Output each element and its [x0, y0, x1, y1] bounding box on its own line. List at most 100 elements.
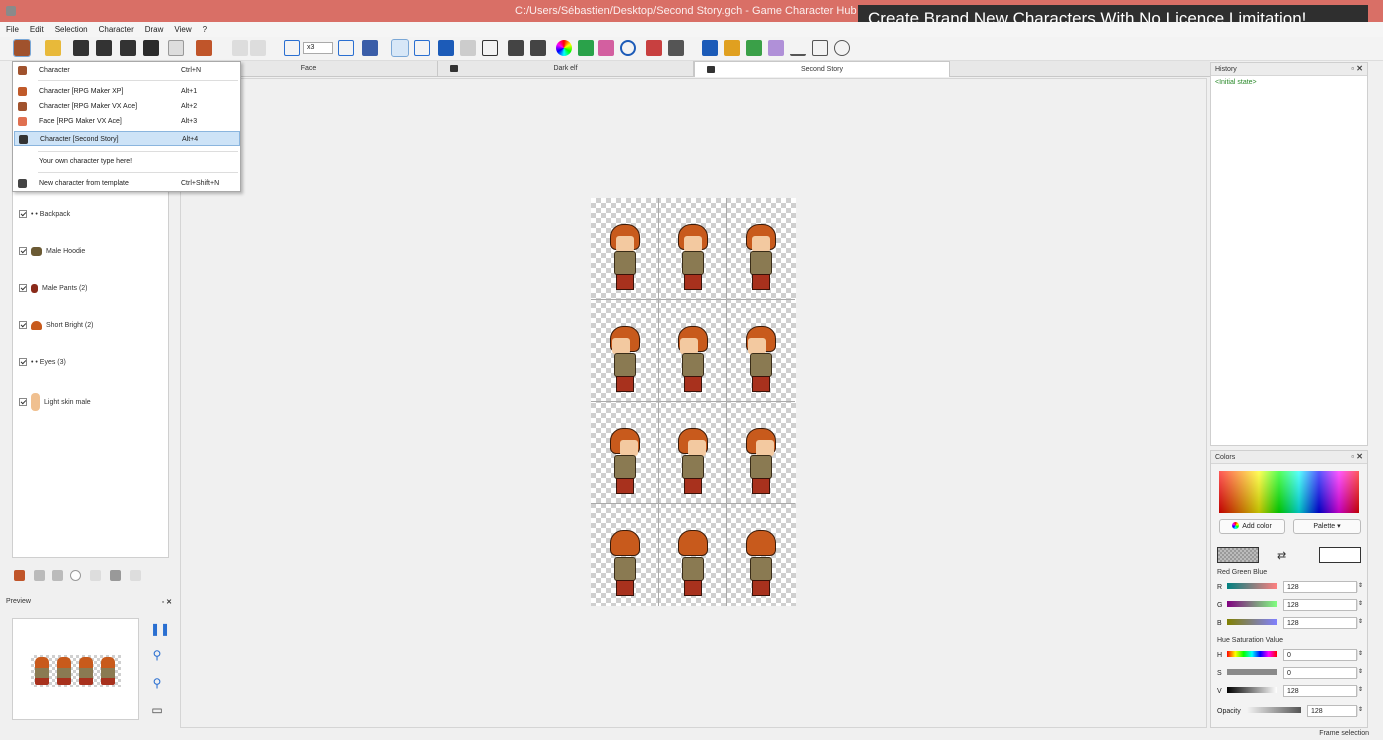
- green-input[interactable]: 128: [1283, 599, 1357, 611]
- color-palette[interactable]: [1219, 471, 1359, 513]
- new-character-icon[interactable]: [13, 39, 31, 57]
- pause-icon[interactable]: ❚❚: [150, 622, 170, 636]
- layer-eyes[interactable]: • • Eyes (3): [19, 355, 66, 369]
- layer-male-hoodie[interactable]: Male Hoodie: [19, 244, 85, 258]
- character-generator-icon[interactable]: [196, 40, 212, 56]
- flip-v-icon[interactable]: [530, 40, 546, 56]
- ellipse-icon[interactable]: [834, 40, 850, 56]
- frame[interactable]: [659, 198, 727, 300]
- menu-item-from-template[interactable]: New character from template Ctrl+Shift+N: [14, 176, 240, 191]
- zoom-select[interactable]: x3: [303, 42, 333, 54]
- layer-checkbox[interactable]: [19, 398, 27, 406]
- frame[interactable]: [591, 504, 659, 606]
- frame[interactable]: [591, 198, 659, 300]
- open-icon[interactable]: [45, 40, 61, 56]
- sheet-grid-icon[interactable]: [668, 40, 684, 56]
- select-tool-icon[interactable]: [391, 39, 409, 57]
- flip-h-icon[interactable]: [508, 40, 524, 56]
- primary-color-swatch[interactable]: [1217, 547, 1259, 563]
- line-icon[interactable]: [790, 40, 806, 56]
- spin-icon[interactable]: ⇕: [1357, 650, 1363, 660]
- tab-second-story[interactable]: Second Story: [694, 61, 950, 77]
- zoom-reset-icon[interactable]: [338, 40, 354, 56]
- export-icon[interactable]: [143, 40, 159, 56]
- opacity-input[interactable]: 128: [1307, 705, 1357, 717]
- spin-icon[interactable]: ⇕: [1357, 600, 1363, 610]
- menu-selection[interactable]: Selection: [49, 22, 93, 34]
- zoom-icon[interactable]: [284, 40, 300, 56]
- layer-checkbox[interactable]: [19, 358, 27, 366]
- frame-icon[interactable]: [482, 40, 498, 56]
- pencil-icon[interactable]: [702, 40, 718, 56]
- menu-character[interactable]: Character: [93, 22, 139, 34]
- spin-icon[interactable]: ⇕: [1357, 706, 1363, 716]
- eraser-icon[interactable]: [768, 40, 784, 56]
- hue-input[interactable]: 0: [1283, 649, 1357, 661]
- menu-view[interactable]: View: [168, 22, 196, 34]
- menu-file[interactable]: File: [0, 22, 24, 34]
- frame[interactable]: [591, 402, 659, 504]
- layer-checkbox[interactable]: [19, 210, 27, 218]
- layer-short-bright[interactable]: Short Bright (2): [19, 318, 93, 332]
- frame[interactable]: [659, 402, 727, 504]
- history-entry[interactable]: <Initial state>: [1215, 79, 1257, 86]
- move-up-icon[interactable]: [34, 570, 45, 581]
- frame[interactable]: [727, 402, 795, 504]
- menu-draw[interactable]: Draw: [139, 22, 169, 34]
- frame[interactable]: [591, 300, 659, 402]
- zoom-in-icon[interactable]: ⚲: [150, 648, 164, 662]
- book-icon[interactable]: ▭: [150, 703, 164, 717]
- secondary-color-swatch[interactable]: [1319, 547, 1361, 563]
- bucket-icon[interactable]: [598, 40, 614, 56]
- zoom-out-icon[interactable]: ⚲: [150, 676, 164, 690]
- layer-grid-icon[interactable]: [110, 570, 121, 581]
- frame[interactable]: [727, 300, 795, 402]
- spin-icon[interactable]: ⇕: [1357, 582, 1363, 592]
- frame[interactable]: [727, 198, 795, 300]
- resize-icon[interactable]: [460, 40, 476, 56]
- menu-item-character[interactable]: Character Ctrl+N: [14, 63, 240, 78]
- saturation-input[interactable]: 0: [1283, 667, 1357, 679]
- saturation-slider[interactable]: [1227, 669, 1277, 675]
- sheet-icon[interactable]: [646, 40, 662, 56]
- tab-dark-elf[interactable]: Dark elf: [438, 61, 694, 77]
- add-color-button[interactable]: Add color: [1219, 519, 1285, 534]
- dock-close-icon[interactable]: ▫ ✕: [1351, 452, 1363, 461]
- sprite-sheet[interactable]: [591, 198, 796, 606]
- menu-edit[interactable]: Edit: [24, 22, 49, 34]
- palette-dropdown[interactable]: Palette ▾: [1293, 519, 1361, 534]
- spin-icon[interactable]: ⇕: [1357, 686, 1363, 696]
- undo-icon[interactable]: [232, 40, 248, 56]
- menu-item-own-type[interactable]: Your own character type here!: [14, 154, 240, 169]
- dock-close-icon[interactable]: ▫ ✕: [1351, 64, 1363, 73]
- dock-close-icon[interactable]: ▫ ✕: [162, 598, 172, 606]
- trash-icon[interactable]: [130, 570, 141, 581]
- menu-item-rpg-maker-xp[interactable]: Character [RPG Maker XP] Alt+1: [14, 84, 240, 99]
- grid-icon[interactable]: [362, 40, 378, 56]
- red-input[interactable]: 128: [1283, 581, 1357, 593]
- redo-icon[interactable]: [250, 40, 266, 56]
- copy-layer-icon[interactable]: [90, 570, 101, 581]
- frame[interactable]: [659, 300, 727, 402]
- layer-light-skin-male[interactable]: Light skin male: [19, 392, 91, 412]
- menu-item-second-story[interactable]: Character [Second Story] Alt+4: [14, 131, 240, 146]
- value-input[interactable]: 128: [1283, 685, 1357, 697]
- move-down-icon[interactable]: [52, 570, 63, 581]
- brush-icon[interactable]: [724, 40, 740, 56]
- line-tool-icon[interactable]: [438, 40, 454, 56]
- save-icon[interactable]: [73, 40, 89, 56]
- rectangle-icon[interactable]: [812, 40, 828, 56]
- opacity-slider[interactable]: [1247, 707, 1301, 713]
- value-slider[interactable]: [1227, 687, 1277, 693]
- template-icon[interactable]: [168, 40, 184, 56]
- swap-colors-icon[interactable]: ⇄: [1277, 549, 1286, 562]
- fill-icon[interactable]: [746, 40, 762, 56]
- red-slider[interactable]: [1227, 583, 1277, 589]
- menu-item-face-vxace[interactable]: Face [RPG Maker VX Ace] Alt+3: [14, 114, 240, 129]
- layer-checkbox[interactable]: [19, 321, 27, 329]
- palette-icon[interactable]: [578, 40, 594, 56]
- menu-help[interactable]: ?: [197, 22, 212, 34]
- add-layer-icon[interactable]: [14, 570, 25, 581]
- frame[interactable]: [659, 504, 727, 606]
- layer-checkbox[interactable]: [19, 284, 27, 292]
